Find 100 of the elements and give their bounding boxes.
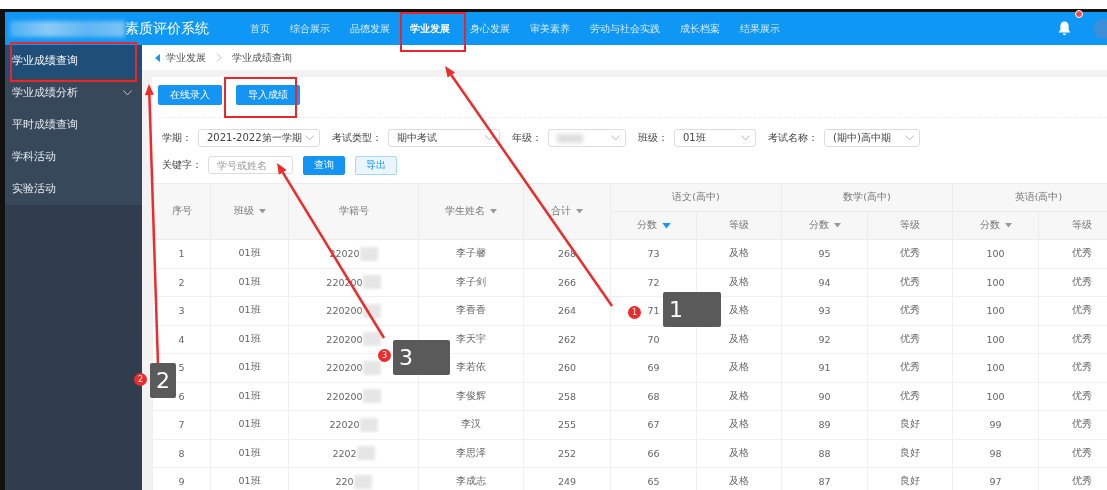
chevron-down-icon bbox=[485, 135, 494, 141]
table-cell: 优秀 bbox=[867, 382, 953, 411]
nav-tab[interactable]: 首页 bbox=[240, 12, 280, 45]
sidebar-item[interactable]: 实验活动 bbox=[5, 173, 142, 205]
column-header[interactable]: 合计 bbox=[523, 183, 611, 240]
sidebar-item[interactable]: 平时成绩查询 bbox=[5, 109, 142, 141]
sort-caret-icon[interactable] bbox=[258, 209, 266, 214]
column-group-header: 数学(高中) bbox=[781, 183, 953, 212]
table-cell: 95 bbox=[781, 239, 868, 268]
redacted-block bbox=[362, 389, 381, 404]
nav-tab[interactable]: 成长档案 bbox=[670, 12, 730, 45]
select-field[interactable]: 期中考试 bbox=[388, 129, 500, 147]
table-cell: 100 bbox=[952, 325, 1039, 354]
table-cell: 260 bbox=[523, 353, 611, 382]
redacted-block bbox=[362, 360, 381, 375]
table-cell: 及格 bbox=[696, 382, 782, 411]
table-cell: 100 bbox=[952, 353, 1039, 382]
toolbar-button[interactable]: 查询 bbox=[303, 155, 345, 175]
table-cell: 李子剑 bbox=[418, 268, 524, 297]
sidebar-item[interactable]: 学科活动 bbox=[5, 141, 142, 173]
filter-label: 班级： bbox=[638, 131, 668, 145]
column-header[interactable]: 班级 bbox=[210, 183, 289, 240]
table-cell: 及格 bbox=[696, 239, 782, 268]
column-header[interactable]: 分数 bbox=[952, 211, 1039, 240]
table-cell: 92 bbox=[781, 325, 868, 354]
column-header: 等级 bbox=[696, 211, 782, 240]
table-cell: 优秀 bbox=[867, 239, 953, 268]
highlight-frame bbox=[400, 12, 466, 52]
table-cell: 01班 bbox=[210, 268, 289, 297]
column-group-header: 英语(高中) bbox=[952, 183, 1107, 212]
table-cell: 69 bbox=[610, 353, 697, 382]
column-header[interactable]: 学生姓名 bbox=[418, 183, 524, 240]
sort-caret-icon[interactable] bbox=[576, 209, 583, 214]
sort-caret-icon[interactable] bbox=[661, 222, 671, 229]
nav-tab[interactable]: 审美素养 bbox=[520, 12, 580, 45]
nav-tab[interactable]: 学业发展 bbox=[400, 12, 460, 45]
select-field[interactable]: 01班 bbox=[674, 129, 756, 147]
table-cell: 100 bbox=[952, 268, 1039, 297]
sidebar-item[interactable]: 学业成绩查询 bbox=[5, 45, 142, 77]
table-cell: 及格 bbox=[696, 439, 782, 468]
redacted-block bbox=[362, 332, 381, 347]
nav-tab[interactable]: 结果展示 bbox=[730, 12, 790, 45]
nav-tab[interactable]: 身心发展 bbox=[460, 12, 520, 45]
table-cell: 优秀 bbox=[867, 353, 953, 382]
sort-caret-icon[interactable] bbox=[1004, 223, 1012, 228]
sort-caret-icon[interactable] bbox=[490, 209, 497, 214]
table-cell: 100 bbox=[952, 382, 1039, 411]
redacted-block bbox=[359, 417, 378, 432]
table-cell: 2202 bbox=[332, 447, 357, 459]
select-field[interactable] bbox=[548, 129, 626, 147]
chevron-down-icon bbox=[305, 135, 314, 141]
table-cell: 90 bbox=[781, 382, 868, 411]
select-field[interactable]: (期中)高中期 bbox=[824, 129, 920, 147]
table-cell: 252 bbox=[523, 439, 611, 468]
nav-tab[interactable]: 品德发展 bbox=[340, 12, 400, 45]
column-header[interactable]: 分数 bbox=[610, 211, 697, 240]
table-cell: 01班 bbox=[210, 410, 289, 439]
keyword-input[interactable]: 学号或姓名 bbox=[208, 156, 293, 174]
redacted-block bbox=[359, 246, 378, 261]
nav-tab[interactable]: 劳动与社会实践 bbox=[580, 12, 670, 45]
table-cell: 91 bbox=[781, 353, 868, 382]
select-field[interactable]: 2021-2022第一学期 bbox=[198, 129, 320, 147]
table-cell: 01班 bbox=[210, 296, 289, 325]
redacted-block bbox=[557, 133, 583, 143]
column-header[interactable]: 分数 bbox=[781, 211, 868, 240]
redacted-block bbox=[353, 474, 372, 489]
toolbar-button[interactable]: 导出 bbox=[355, 155, 397, 175]
redacted-block bbox=[356, 446, 375, 461]
chevron-down-icon bbox=[905, 135, 914, 141]
sort-caret-icon[interactable] bbox=[833, 223, 841, 228]
table-cell: 良好 bbox=[867, 410, 953, 439]
table-cell: 94 bbox=[781, 268, 868, 297]
table-cell: 李俊辉 bbox=[418, 382, 524, 411]
table-cell: 66 bbox=[610, 439, 697, 468]
table-cell: 优秀 bbox=[867, 296, 953, 325]
table-cell: 3 bbox=[152, 296, 211, 325]
breadcrumb-separator-icon bbox=[216, 53, 222, 62]
nav-tab[interactable]: 综合展示 bbox=[280, 12, 340, 45]
table-cell: 258 bbox=[523, 382, 611, 411]
column-header: 等级 bbox=[1038, 211, 1107, 240]
action-button[interactable]: 导入成绩 bbox=[236, 85, 300, 105]
filter-label: 关键字： bbox=[162, 158, 202, 172]
table-cell: 73 bbox=[610, 239, 697, 268]
table-cell: 9 bbox=[152, 467, 211, 490]
table-cell: 22020 bbox=[329, 419, 360, 431]
bell-icon[interactable] bbox=[1058, 21, 1071, 36]
action-button[interactable]: 在线录入 bbox=[158, 85, 222, 105]
back-arrow-icon[interactable] bbox=[155, 53, 160, 62]
table-cell: 67 bbox=[610, 410, 697, 439]
table-cell: 100 bbox=[952, 296, 1039, 325]
sidebar-item[interactable]: 学业成绩分析 bbox=[5, 77, 142, 109]
table-cell: 李香香 bbox=[418, 296, 524, 325]
filter-label: 学期： bbox=[162, 131, 192, 145]
table-cell: 1 bbox=[152, 239, 211, 268]
chevron-down-icon bbox=[741, 135, 750, 141]
breadcrumb-item[interactable]: 学业发展 bbox=[166, 50, 206, 65]
table-cell: 7 bbox=[152, 410, 211, 439]
app-title: 素质评价系统 bbox=[125, 19, 209, 38]
table-cell: 220200 bbox=[326, 333, 363, 345]
table-cell: 01班 bbox=[210, 239, 289, 268]
